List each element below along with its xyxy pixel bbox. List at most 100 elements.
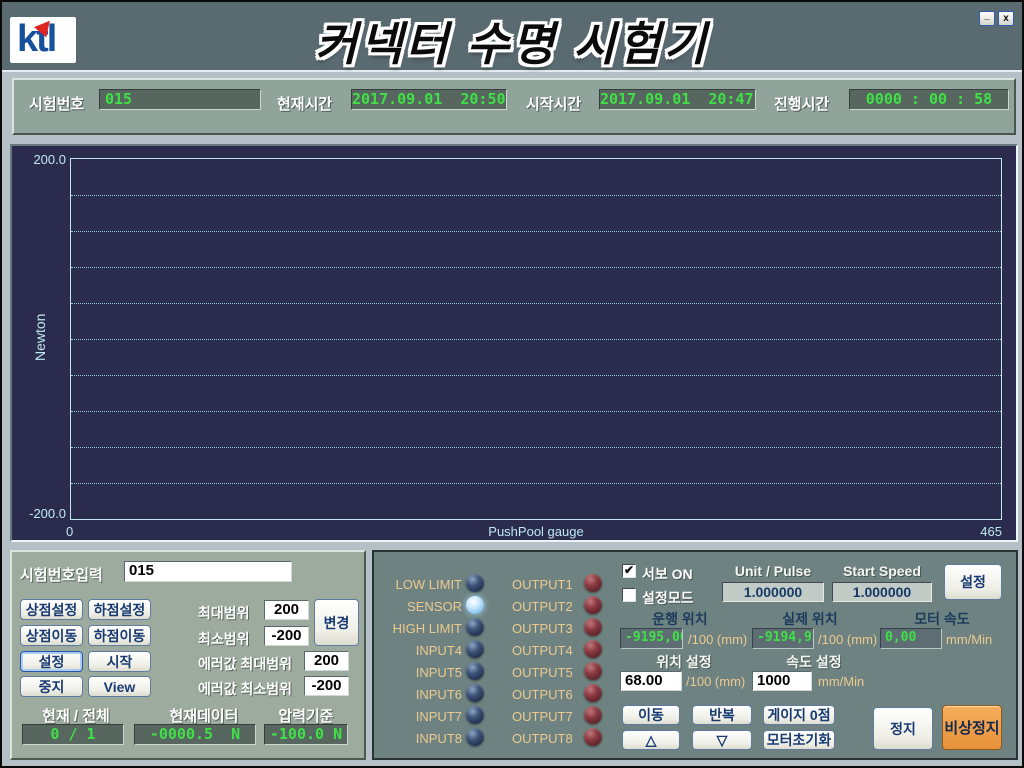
window-controls: _ x	[979, 11, 1014, 26]
run-position-unit: /100 (mm)	[688, 632, 747, 647]
run-position-value: -9195,00	[620, 628, 683, 649]
actual-position-label: 실제 위치	[770, 609, 850, 629]
input-led	[466, 596, 484, 614]
elapsed-time-label: 진행시간	[774, 93, 829, 114]
gridline	[71, 195, 1001, 196]
info-bar: 시험번호 015 현재시간 2017.09.01 20:50:53 시작시간 2…	[12, 78, 1016, 135]
pressure-ref-label: 압력기준	[264, 705, 348, 726]
position-set-label: 위치 설정	[644, 652, 724, 672]
speed-set-label: 속도 설정	[774, 652, 854, 672]
input-led-label: INPUT5	[382, 665, 462, 680]
min-range-input[interactable]: -200	[264, 626, 309, 646]
current-data-value: -0000.5 N	[134, 724, 256, 745]
jog-down-button[interactable]: ▽	[692, 730, 752, 750]
position-set-input[interactable]: 68.00	[620, 671, 682, 691]
speed-set-unit: mm/Min	[818, 674, 864, 689]
input-led-label: INPUT8	[382, 731, 462, 746]
error-min-range-label: 에러값 최소범위	[198, 679, 292, 699]
repeat-button[interactable]: 반복	[692, 705, 752, 725]
pressure-ref-value: -100.0 N	[264, 724, 348, 745]
test-number-input[interactable]: 015	[124, 561, 292, 582]
test-control-panel: 시험번호입력 015 상점설정 하점설정 상점이동 하점이동 설정 시작 중지 …	[10, 550, 366, 760]
y-axis-max-tick: 200.0	[20, 152, 66, 167]
gridline	[71, 339, 1001, 340]
app-window: ktl 커넥터 수명 시험기 _ x 시험번호 015 현재시간 2017.09…	[0, 0, 1024, 768]
setting-button[interactable]: 설정	[20, 651, 83, 672]
x-axis-max-tick: 465	[942, 524, 1002, 539]
emergency-stop-button[interactable]: 비상정지	[942, 705, 1002, 750]
run-position-label: 운행 위치	[640, 609, 720, 629]
input-led-label: LOW LIMIT	[382, 577, 462, 592]
test-number-input-label: 시험번호입력	[20, 564, 103, 585]
min-range-label: 최소범위	[198, 629, 250, 649]
setting-mode-checkbox[interactable]	[622, 588, 636, 602]
gridline	[71, 303, 1001, 304]
output-led-label: OUTPUT4	[512, 643, 573, 658]
servo-on-label: 서보 ON	[642, 564, 693, 584]
start-time-value: 2017.09.01 20:47:02	[599, 89, 756, 110]
view-button[interactable]: View	[88, 676, 151, 697]
io-motor-panel: LOW LIMIT SENSOR HIGH LIMIT INPUT4 INPUT…	[372, 550, 1018, 760]
gridline	[71, 375, 1001, 376]
move-button[interactable]: 이동	[622, 705, 680, 725]
max-range-input[interactable]: 200	[264, 600, 309, 620]
input-led	[466, 684, 484, 702]
output-led	[584, 640, 602, 658]
change-button[interactable]: 변경	[314, 599, 359, 646]
start-button[interactable]: 시작	[88, 651, 151, 672]
servo-on-checkbox[interactable]	[622, 564, 636, 578]
input-led	[466, 618, 484, 636]
test-number-label: 시험번호	[29, 93, 84, 114]
start-speed-value[interactable]: 1.000000	[832, 582, 932, 602]
error-max-range-input[interactable]: 200	[304, 651, 349, 671]
current-data-label: 현재데이터	[152, 705, 256, 726]
input-led-label: INPUT7	[382, 709, 462, 724]
max-range-label: 최대범위	[198, 603, 250, 623]
test-number-value: 015	[99, 89, 261, 110]
gridline	[71, 447, 1001, 448]
position-set-unit: /100 (mm)	[686, 674, 745, 689]
actual-position-value: -9194,93	[752, 628, 814, 649]
motor-speed-value: 0,00	[880, 628, 942, 649]
plot-area	[70, 158, 1002, 520]
stop-button[interactable]: 중지	[20, 676, 83, 697]
input-led-label: SENSOR	[382, 599, 462, 614]
actual-position-unit: /100 (mm)	[818, 632, 877, 647]
upper-move-button[interactable]: 상점이동	[20, 625, 83, 646]
gridline	[71, 231, 1001, 232]
input-led	[466, 706, 484, 724]
output-led	[584, 684, 602, 702]
output-led-label: OUTPUT6	[512, 687, 573, 702]
minimize-button[interactable]: _	[979, 11, 995, 26]
lower-set-button[interactable]: 하점설정	[88, 599, 151, 620]
error-max-range-label: 에러값 최대범위	[198, 654, 292, 674]
output-led	[584, 596, 602, 614]
halt-button[interactable]: 정지	[873, 707, 933, 750]
error-min-range-input[interactable]: -200	[304, 676, 349, 696]
output-led-label: OUTPUT3	[512, 621, 573, 636]
lower-move-button[interactable]: 하점이동	[88, 625, 151, 646]
motor-speed-label: 모터 속도	[902, 609, 982, 629]
upper-set-button[interactable]: 상점설정	[20, 599, 83, 620]
gauge-zero-button[interactable]: 게이지 0점	[763, 705, 835, 725]
setting-mode-label: 설정모드	[642, 588, 694, 608]
input-led-label: INPUT6	[382, 687, 462, 702]
speed-set-input[interactable]: 1000	[752, 671, 812, 691]
title-bar: ktl 커넥터 수명 시험기 _ x	[2, 2, 1022, 72]
gridline	[71, 267, 1001, 268]
output-led	[584, 728, 602, 746]
y-axis-min-tick: -200.0	[16, 506, 66, 521]
output-led-label: OUTPUT8	[512, 731, 573, 746]
current-time-label: 현재시간	[277, 93, 332, 114]
input-led	[466, 662, 484, 680]
jog-up-button[interactable]: △	[622, 730, 680, 750]
servo-set-button[interactable]: 설정	[944, 564, 1002, 600]
output-led-label: OUTPUT1	[512, 577, 573, 592]
close-button[interactable]: x	[998, 11, 1014, 26]
gridline	[71, 411, 1001, 412]
current-total-value: 0 / 1	[22, 724, 124, 745]
unit-pulse-value[interactable]: 1.000000	[722, 582, 824, 602]
x-axis-label: PushPool gauge	[70, 524, 1002, 539]
output-led-label: OUTPUT2	[512, 599, 573, 614]
motor-init-button[interactable]: 모터초기화	[763, 730, 835, 750]
